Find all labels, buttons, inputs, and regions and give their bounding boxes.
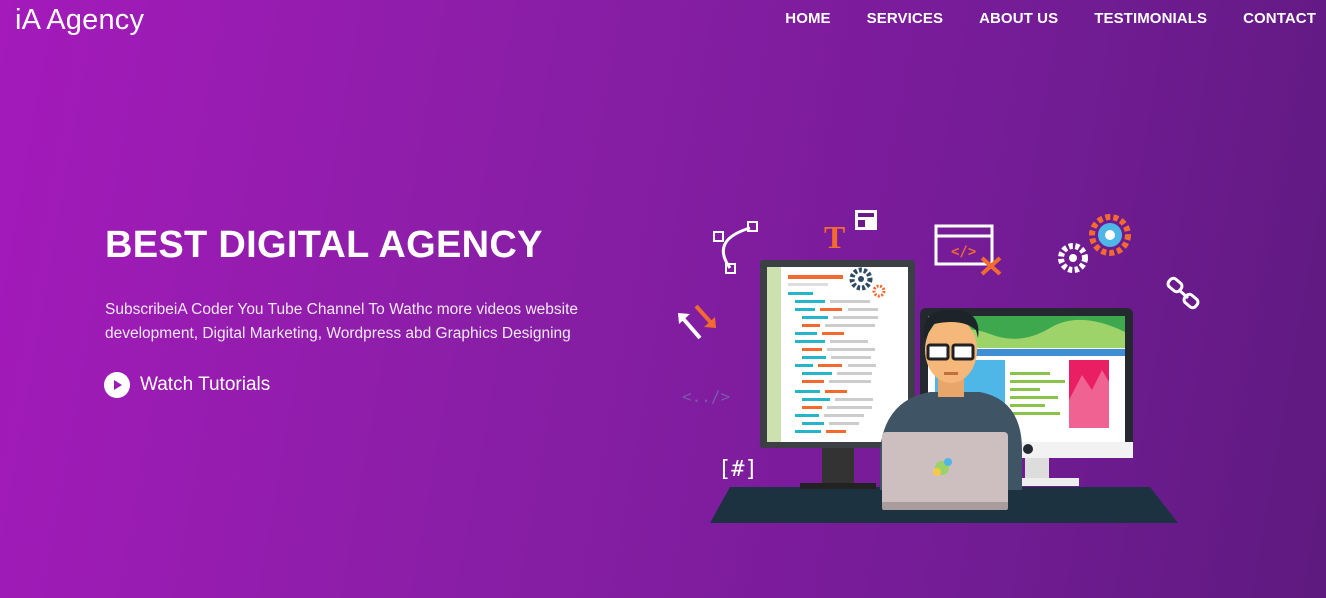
resize-arrows-icon	[678, 304, 716, 340]
hero-title: BEST DIGITAL AGENCY	[105, 224, 543, 266]
laptop	[882, 432, 1008, 510]
main-nav: HOME SERVICES ABOUT US TESTIMONIALS CONT…	[767, 10, 1316, 28]
nav-testimonials[interactable]: TESTIMONIALS	[1076, 10, 1225, 28]
dashed-code-icon: <../>	[682, 387, 730, 406]
nav-services[interactable]: SERVICES	[849, 10, 961, 28]
link-chain-icon	[1166, 276, 1200, 310]
code-tag-text: </>	[951, 244, 976, 260]
gears-icon	[1058, 214, 1131, 273]
site-logo[interactable]: iA Agency	[15, 4, 144, 37]
watch-tutorials-button[interactable]: Watch Tutorials	[104, 372, 270, 398]
play-circle-icon	[104, 372, 130, 398]
watch-tutorials-label: Watch Tutorials	[140, 374, 271, 395]
hash-tag-icon: [#]	[718, 457, 758, 482]
hero-description: SubscribeiA Coder You Tube Channel To Wa…	[105, 301, 579, 342]
typography-icon: T	[824, 219, 845, 255]
bezier-curve-icon	[713, 221, 758, 274]
nav-home[interactable]: HOME	[767, 10, 848, 28]
developer-illustration: T </> <../> [#]	[678, 210, 1200, 523]
nav-about-us[interactable]: ABOUT US	[961, 10, 1076, 28]
layout-icon	[855, 210, 877, 230]
nav-contact[interactable]: CONTACT	[1225, 10, 1316, 28]
